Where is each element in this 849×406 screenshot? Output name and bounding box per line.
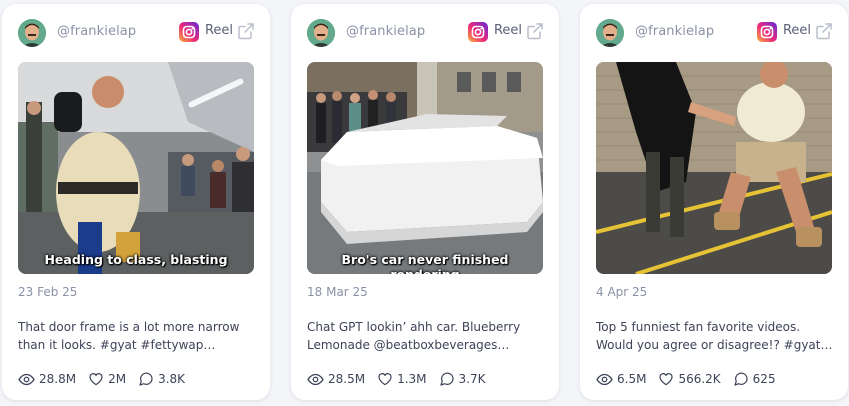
avatar[interactable] — [307, 19, 335, 47]
views-count: 28.8M — [39, 372, 77, 386]
account-handle[interactable]: @frankielap — [57, 24, 136, 39]
avatar[interactable] — [596, 19, 624, 47]
external-link-icon[interactable] — [236, 21, 256, 41]
platform-label: Reel — [204, 23, 233, 38]
video-caption: Heading to class, blasting — [44, 252, 228, 267]
views-stat: 6.5M — [596, 371, 646, 388]
post-date: 18 Mar 25 — [307, 285, 368, 299]
likes-stat: 1.3M — [377, 371, 427, 387]
eye-icon — [18, 373, 35, 385]
comment-icon — [734, 372, 748, 386]
heart-icon — [659, 373, 674, 386]
platform-label: Reel — [493, 23, 522, 38]
instagram-icon — [179, 22, 199, 42]
account-handle[interactable]: @frankielap — [346, 24, 425, 39]
post-description: Top 5 funniest fan favorite videos. Woul… — [596, 320, 833, 352]
comments-stat: 3.7K — [439, 371, 486, 387]
comment-icon — [139, 372, 153, 386]
avatar[interactable] — [18, 19, 46, 47]
video-thumbnail[interactable]: Bro's car never finished rendering — [307, 62, 543, 274]
instagram-icon — [468, 22, 488, 42]
post-description: That door frame is a lot more narrow tha… — [18, 320, 240, 352]
post-stats: 6.5M 566.2K 625 — [596, 370, 788, 388]
eye-icon — [596, 373, 613, 385]
external-link-icon[interactable] — [525, 21, 545, 41]
heart-icon — [378, 373, 392, 386]
video-card[interactable]: @frankielap Reel — [2, 4, 270, 400]
post-stats: 28.8M 2M 3.8K — [18, 370, 197, 388]
external-link-icon[interactable] — [814, 21, 834, 41]
heart-icon — [89, 373, 103, 386]
instagram-icon — [757, 22, 777, 42]
video-card[interactable]: @frankielap Reel — [291, 4, 559, 400]
likes-stat: 566.2K — [658, 371, 721, 387]
likes-stat: 2M — [88, 371, 126, 387]
views-count: 28.5M — [328, 372, 366, 386]
account-handle[interactable]: @frankielap — [635, 24, 714, 39]
video-thumbnail[interactable] — [596, 62, 832, 274]
comments-count: 3.7K — [458, 372, 486, 386]
comments-stat: 625 — [733, 371, 776, 387]
card-header: @frankielap Reel — [18, 17, 256, 47]
video-caption: Bro's car never finished rendering — [341, 252, 509, 274]
views-count: 6.5M — [617, 372, 647, 386]
likes-count: 1.3M — [397, 372, 427, 386]
views-stat: 28.5M — [307, 371, 365, 388]
post-description: Chat GPT lookin’ ahh car. Blueberry Lemo… — [307, 320, 521, 352]
likes-count: 2M — [108, 372, 127, 386]
comments-stat: 3.8K — [138, 371, 185, 387]
likes-count: 566.2K — [678, 372, 721, 386]
views-stat: 28.8M — [18, 371, 76, 388]
card-header: @frankielap Reel — [307, 17, 545, 47]
post-date: 4 Apr 25 — [596, 285, 648, 299]
eye-icon — [307, 373, 324, 385]
comments-count: 3.8K — [158, 372, 186, 386]
platform-label: Reel — [782, 23, 811, 38]
video-thumbnail[interactable]: Heading to class, blasting — [18, 62, 254, 274]
comment-icon — [439, 372, 454, 386]
video-card[interactable]: @frankielap Reel — [580, 4, 848, 400]
card-header: @frankielap Reel — [596, 17, 834, 47]
post-stats: 28.5M 1.3M 3.7K — [307, 370, 497, 388]
post-date: 23 Feb 25 — [18, 285, 78, 299]
comments-count: 625 — [752, 372, 776, 386]
